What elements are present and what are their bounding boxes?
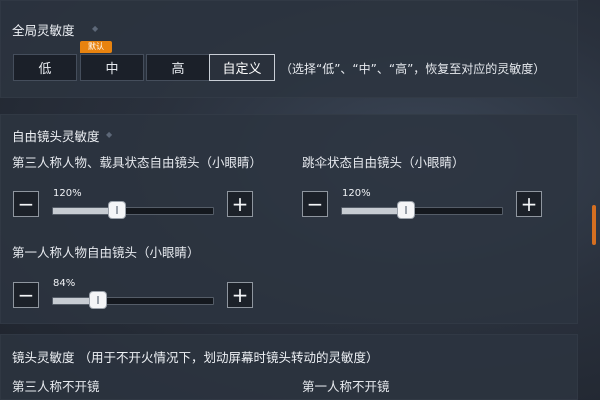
increase-button[interactable]: + <box>516 191 542 217</box>
slider-label-first-person: 第一人称人物自由镜头（小眼睛） <box>12 245 200 260</box>
increase-button[interactable]: + <box>227 282 253 308</box>
global-sensitivity-panel: 全局灵敏度 ◆ 低 中 高 自定义 默认 （选择“低”、“中”、“高”，恢复至对… <box>0 0 578 98</box>
increase-button[interactable]: + <box>227 191 253 217</box>
slider-thumb[interactable] <box>109 202 125 218</box>
section-title-free-camera: 自由镜头灵敏度 <box>12 129 100 144</box>
section-title-ornament: ◆ <box>92 24 99 33</box>
slider-value: 84% <box>53 278 76 289</box>
default-badge: 默认 <box>80 41 112 53</box>
slider-value: 120% <box>53 188 82 199</box>
slider-fill <box>53 208 117 214</box>
camera-sensitivity-panel: 镜头灵敏度 （用于不开火情况下，划动屏幕时镜头转动的灵敏度） 第三人称不开镜 第… <box>0 334 578 400</box>
parachute-slider[interactable] <box>341 202 503 218</box>
slider-thumb[interactable] <box>89 292 106 308</box>
section-title-ornament: ◆ <box>106 130 113 139</box>
decrease-button[interactable]: − <box>13 191 39 217</box>
free-camera-panel: 自由镜头灵敏度 ◆ 第三人称人物、载具状态自由镜头（小眼睛） − 120% + … <box>0 114 578 324</box>
third-person-slider[interactable] <box>52 202 214 218</box>
slider-label-parachute: 跳伞状态自由镜头（小眼睛） <box>302 155 465 170</box>
slider-value: 120% <box>342 188 371 199</box>
slider-label-third-person: 第三人称人物、载具状态自由镜头（小眼睛） <box>12 155 263 170</box>
preset-hint-text: （选择“低”、“中”、“高”，恢复至对应的灵敏度） <box>280 62 546 76</box>
first-person-no-scope-label: 第一人称不开镜 <box>302 379 390 394</box>
option-custom-button[interactable]: 自定义 <box>209 54 275 81</box>
decrease-button[interactable]: − <box>13 282 39 308</box>
scrollbar[interactable] <box>592 205 596 245</box>
first-person-slider[interactable] <box>52 292 214 308</box>
slider-thumb[interactable] <box>398 202 414 218</box>
decrease-button[interactable]: − <box>302 191 328 217</box>
option-high-button[interactable]: 高 <box>146 54 210 81</box>
section-title-global: 全局灵敏度 <box>12 23 75 38</box>
option-low-button[interactable]: 低 <box>13 54 77 81</box>
option-medium-button[interactable]: 中 <box>80 54 144 81</box>
section-title-camera: 镜头灵敏度 （用于不开火情况下，划动屏幕时镜头转动的灵敏度） <box>12 350 379 365</box>
slider-fill <box>342 208 406 214</box>
third-person-no-scope-label: 第三人称不开镜 <box>12 379 100 394</box>
